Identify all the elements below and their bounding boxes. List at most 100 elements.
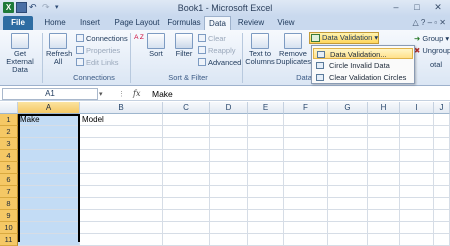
grid-cell[interactable] <box>328 138 368 150</box>
grid-cell[interactable] <box>18 174 80 186</box>
column-header-e[interactable]: E <box>248 102 284 114</box>
grid-cell[interactable] <box>248 234 284 246</box>
grid-cell[interactable] <box>163 138 210 150</box>
grid-cell[interactable] <box>210 210 248 222</box>
refresh-all-button[interactable]: Refresh All <box>46 33 72 66</box>
grid-cell[interactable] <box>163 150 210 162</box>
menu-item-circle-invalid[interactable]: Circle Invalid Data <box>313 60 413 71</box>
grid-cell[interactable] <box>284 174 328 186</box>
grid-cell[interactable] <box>400 174 434 186</box>
grid-cell[interactable] <box>80 126 163 138</box>
grid-cell[interactable] <box>284 138 328 150</box>
grid-cell[interactable] <box>328 186 368 198</box>
row-header[interactable]: 8 <box>0 198 18 210</box>
grid-cell[interactable] <box>368 234 400 246</box>
tab-data[interactable]: Data <box>204 16 231 30</box>
grid-cell[interactable] <box>163 234 210 246</box>
column-header-h[interactable]: H <box>368 102 400 114</box>
grid-cell[interactable] <box>400 198 434 210</box>
grid-cell[interactable] <box>210 234 248 246</box>
row-header[interactable]: 5 <box>0 162 18 174</box>
tab-review[interactable]: Review <box>234 16 268 30</box>
grid-cell[interactable] <box>163 198 210 210</box>
grid-cell[interactable] <box>284 234 328 246</box>
grid-cell[interactable] <box>434 198 450 210</box>
grid-cell[interactable] <box>368 222 400 234</box>
grid-cell[interactable] <box>163 126 210 138</box>
grid-cell[interactable] <box>328 174 368 186</box>
grid-cell[interactable] <box>210 126 248 138</box>
grid-cell[interactable] <box>368 114 400 126</box>
column-header-a[interactable]: A <box>18 102 80 114</box>
subtotal-button[interactable]: otal <box>430 60 442 69</box>
help-icon[interactable]: △ ? – ▫ ✕ <box>413 18 446 27</box>
cell-a1[interactable]: Make <box>18 114 80 126</box>
grid-cell[interactable] <box>163 162 210 174</box>
row-header[interactable]: 1 <box>0 114 18 126</box>
row-header[interactable]: 7 <box>0 186 18 198</box>
grid-cell[interactable] <box>284 126 328 138</box>
grid-cell[interactable] <box>248 222 284 234</box>
tab-insert[interactable]: Insert <box>75 16 105 30</box>
grid-cell[interactable] <box>328 222 368 234</box>
grid-cell[interactable] <box>80 234 163 246</box>
column-header-d[interactable]: D <box>210 102 248 114</box>
grid-cell[interactable] <box>18 138 80 150</box>
grid-cell[interactable] <box>400 234 434 246</box>
grid-cell[interactable] <box>434 150 450 162</box>
grid-cell[interactable] <box>248 150 284 162</box>
grid-cell[interactable] <box>248 138 284 150</box>
grid-cell[interactable] <box>210 150 248 162</box>
row-header[interactable]: 2 <box>0 126 18 138</box>
sort-az-button[interactable]: A Z <box>133 34 145 42</box>
grid-cell[interactable] <box>328 210 368 222</box>
grid-cell[interactable] <box>163 114 210 126</box>
grid-cell[interactable] <box>210 114 248 126</box>
grid-cell[interactable] <box>368 198 400 210</box>
grid-cell[interactable] <box>434 114 450 126</box>
grid-cell[interactable] <box>284 210 328 222</box>
tab-file[interactable]: File <box>3 16 33 30</box>
get-external-data-button[interactable]: Get External Data <box>3 33 37 74</box>
grid-cell[interactable] <box>80 162 163 174</box>
grid-cell[interactable] <box>18 234 80 246</box>
grid-cell[interactable] <box>18 210 80 222</box>
tab-home[interactable]: Home <box>40 16 70 30</box>
row-header[interactable]: 3 <box>0 138 18 150</box>
column-header-b[interactable]: B <box>80 102 163 114</box>
grid-cell[interactable] <box>284 198 328 210</box>
grid-cell[interactable] <box>80 198 163 210</box>
grid-cell[interactable] <box>18 222 80 234</box>
grid-cell[interactable] <box>434 222 450 234</box>
remove-duplicates-button[interactable]: Remove Duplicates <box>276 33 311 66</box>
close-icon[interactable]: ✕ <box>428 1 448 13</box>
connections-button[interactable]: Connections <box>76 34 128 43</box>
grid-cell[interactable] <box>248 210 284 222</box>
grid-cell[interactable] <box>368 138 400 150</box>
grid-cell[interactable] <box>210 138 248 150</box>
grid-cell[interactable] <box>163 174 210 186</box>
text-to-columns-button[interactable]: Text to Columns <box>244 33 276 66</box>
cell-b1[interactable]: Model <box>80 114 163 126</box>
grid-cell[interactable] <box>400 186 434 198</box>
grid-cell[interactable] <box>210 222 248 234</box>
clear-button[interactable]: Clear <box>198 34 226 43</box>
grid-cell[interactable] <box>210 174 248 186</box>
data-validation-button[interactable]: Data Validation ▾ <box>309 32 379 44</box>
column-header-i[interactable]: I <box>400 102 434 114</box>
grid-cell[interactable] <box>434 126 450 138</box>
grid-cell[interactable] <box>400 162 434 174</box>
grid-cell[interactable] <box>210 162 248 174</box>
grid-cell[interactable] <box>80 174 163 186</box>
grid-cell[interactable] <box>18 162 80 174</box>
grid-cell[interactable] <box>434 186 450 198</box>
grid-cell[interactable] <box>400 210 434 222</box>
grid-cell[interactable] <box>284 186 328 198</box>
row-header[interactable]: 11 <box>0 234 18 246</box>
grid-cell[interactable] <box>18 150 80 162</box>
grid-cell[interactable] <box>163 210 210 222</box>
menu-item-data-validation[interactable]: Data Validation... <box>313 48 413 59</box>
grid-cell[interactable] <box>328 234 368 246</box>
grid-cell[interactable] <box>210 186 248 198</box>
sort-button[interactable]: Sort <box>146 33 166 58</box>
